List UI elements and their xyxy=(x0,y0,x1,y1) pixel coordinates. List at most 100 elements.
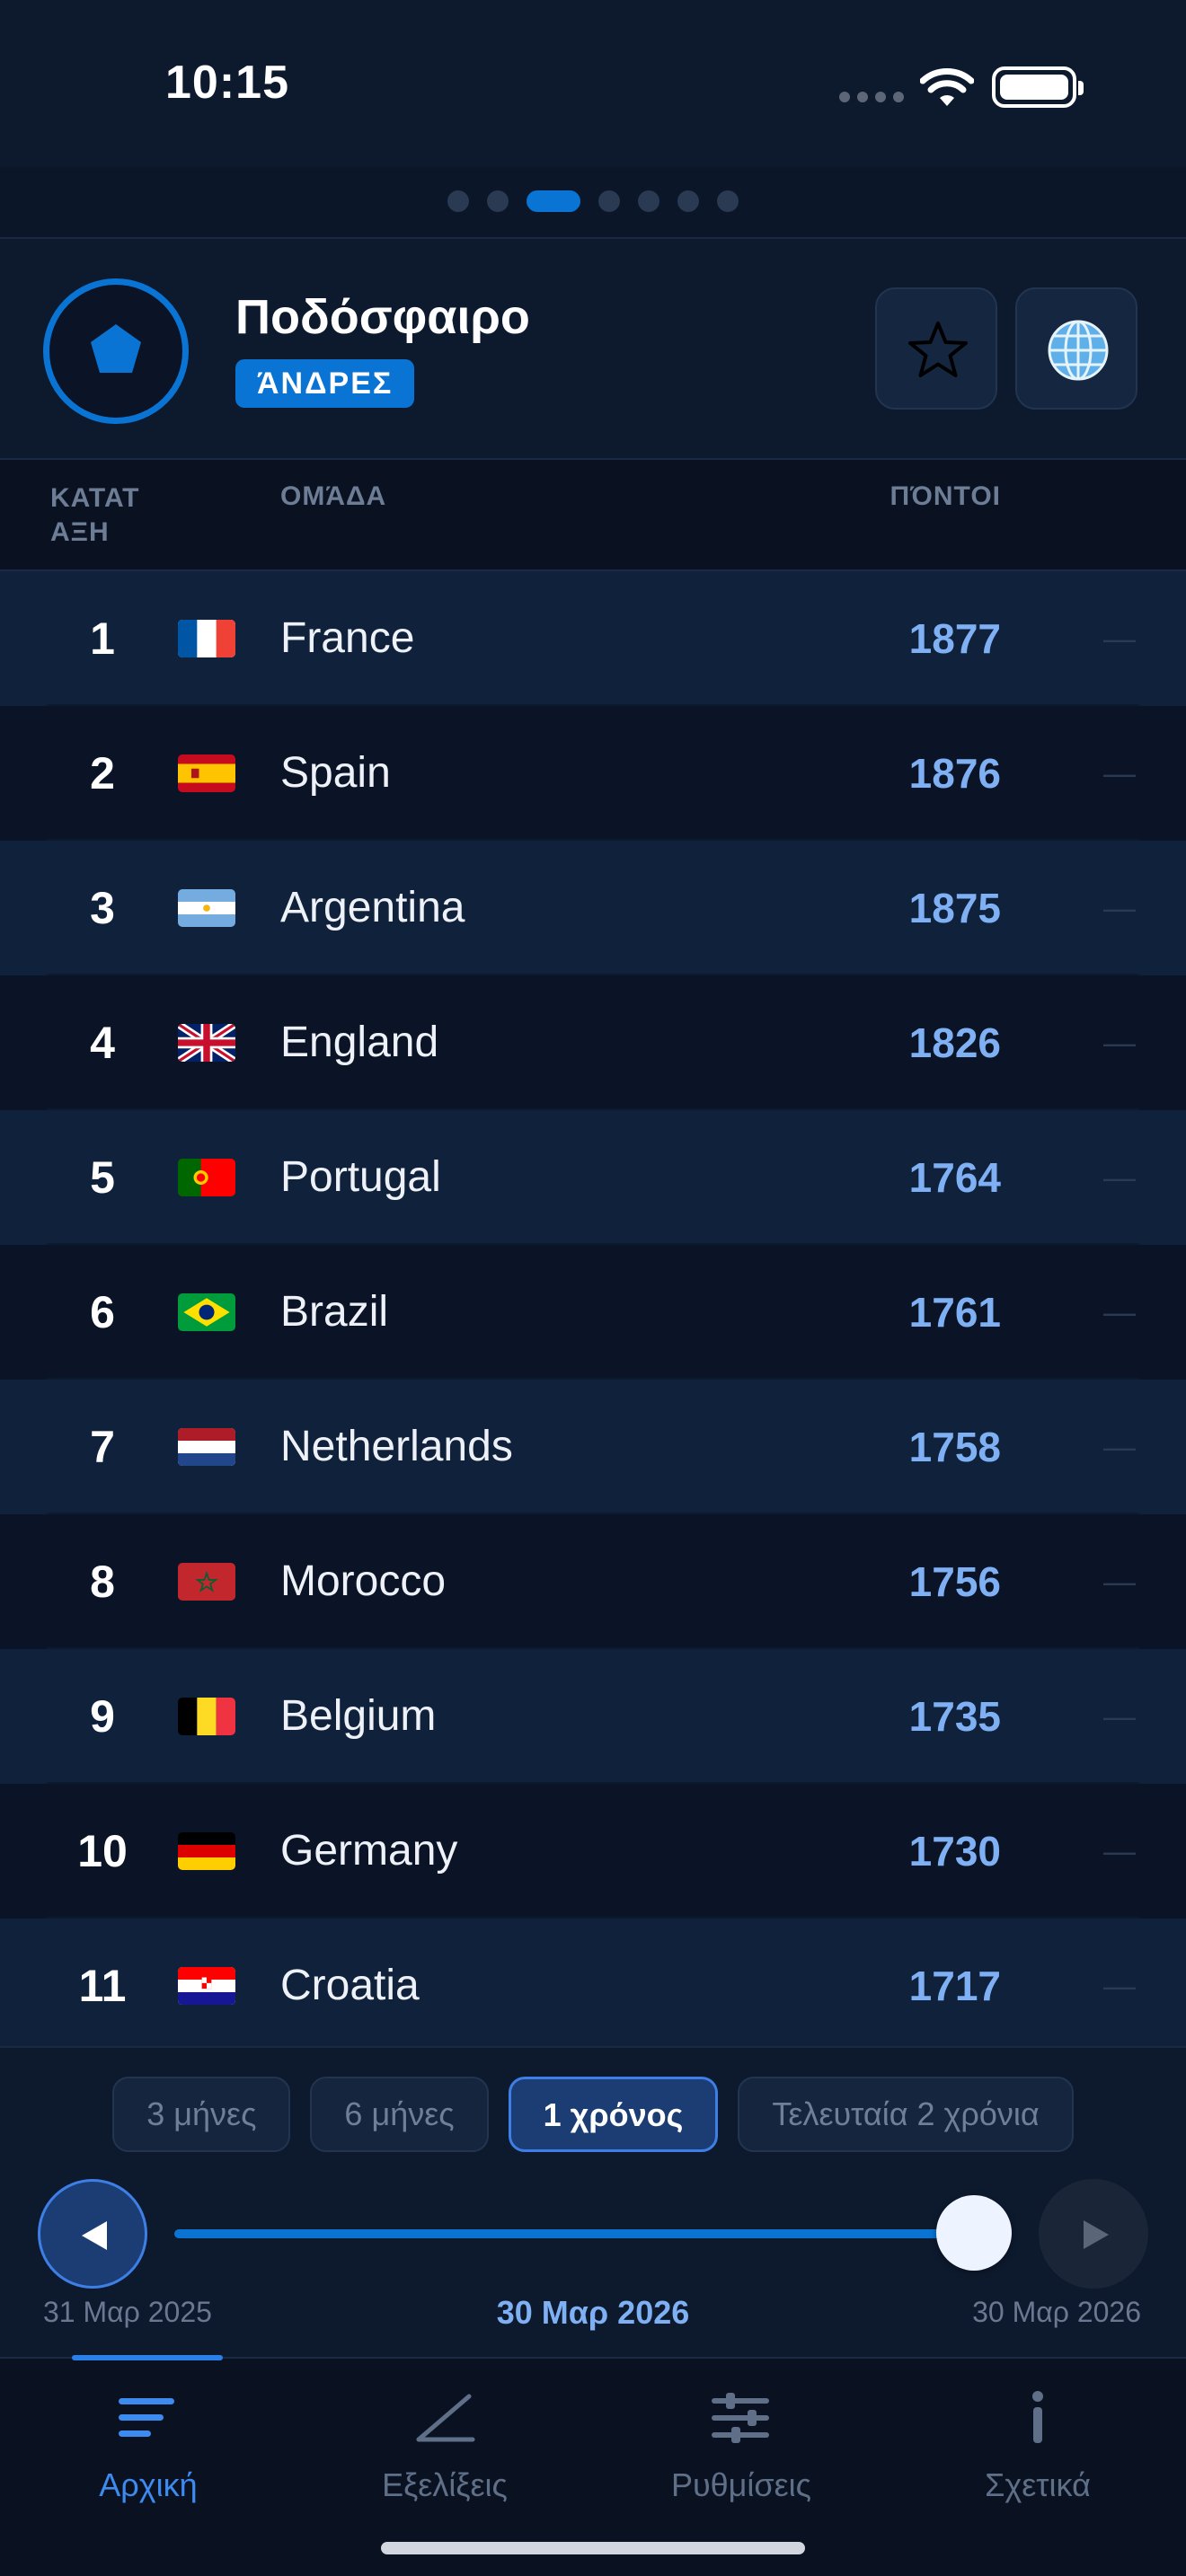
gender-badge[interactable]: ΆΝΔΡΕΣ xyxy=(235,359,415,408)
trend-line-icon xyxy=(416,2394,475,2442)
brazil-flag-icon xyxy=(178,1293,235,1331)
page-dot[interactable] xyxy=(677,190,699,212)
spain-flag-icon xyxy=(178,754,235,792)
team-row[interactable]: 4 England 1826 — xyxy=(0,975,1186,1110)
team-name: Portugal xyxy=(280,1153,441,1201)
play-back-button[interactable] xyxy=(38,2179,147,2289)
page-dot[interactable] xyxy=(487,190,509,212)
team-rank: 8 xyxy=(90,1557,115,1607)
timeline-slider-thumb[interactable] xyxy=(936,2195,1012,2271)
team-trend: — xyxy=(1103,754,1136,791)
team-trend: — xyxy=(1103,889,1136,926)
team-trend: — xyxy=(1103,1698,1136,1734)
team-row[interactable]: 10 Germany 1730 — xyxy=(0,1784,1186,1919)
team-rank: 1 xyxy=(90,613,115,664)
status-bar: 10:15 xyxy=(0,0,1186,167)
tab-settings[interactable]: Ρυθμίσεις xyxy=(593,2391,890,2504)
status-time: 10:15 xyxy=(165,57,289,109)
period-selector: 3 μήνες 6 μήνες 1 χρόνος Τελευταία 2 χρόνια xyxy=(0,2077,1186,2152)
team-rank: 9 xyxy=(90,1691,115,1742)
sliders-icon xyxy=(712,2393,769,2443)
team-name: France xyxy=(280,614,415,662)
team-row[interactable]: 7 Netherlands 1758 — xyxy=(0,1380,1186,1514)
team-trend: — xyxy=(1103,620,1136,657)
period-chip[interactable]: Τελευταία 2 χρόνια xyxy=(738,2077,1074,2152)
team-name: Netherlands xyxy=(280,1423,513,1470)
team-rank: 6 xyxy=(90,1287,115,1337)
team-trend: — xyxy=(1103,1563,1136,1600)
home-indicator[interactable] xyxy=(381,2542,805,2554)
soccer-ball-icon xyxy=(43,278,189,424)
team-name: Spain xyxy=(280,749,391,797)
team-points: 1876 xyxy=(908,750,1001,797)
team-row[interactable]: 6 Brazil 1761 — xyxy=(0,1245,1186,1380)
wifi-icon xyxy=(920,68,974,106)
tab-active-indicator xyxy=(72,2355,223,2360)
team-row[interactable]: 1 France 1877 — xyxy=(0,571,1186,706)
croatia-flag-icon xyxy=(178,1967,235,2005)
star-icon xyxy=(908,322,968,377)
team-rank: 4 xyxy=(90,1018,115,1068)
timeline-slider-fill xyxy=(174,2229,976,2238)
team-name: Brazil xyxy=(280,1288,389,1336)
team-points: 1764 xyxy=(908,1154,1001,1201)
period-chip[interactable]: 6 μήνες xyxy=(310,2077,489,2152)
sport-header: Ποδόσφαιρο ΆΝΔΡΕΣ xyxy=(0,239,1186,460)
sport-title: Ποδόσφαιρο xyxy=(235,290,530,344)
team-points: 1758 xyxy=(908,1424,1001,1470)
column-team: ΟΜΆΔΑ xyxy=(280,481,387,511)
team-name: Morocco xyxy=(280,1557,447,1605)
team-rank: 10 xyxy=(77,1826,128,1876)
period-chip[interactable]: 1 χρόνος xyxy=(508,2077,719,2152)
tab-about[interactable]: Σχετικά xyxy=(890,2391,1186,2504)
tab-settings-label: Ρυθμίσεις xyxy=(670,2466,812,2503)
table-header: ΚΑΤΑΤ ΑΞΗ ΟΜΆΔΑ ΠΌΝΤΟΙ xyxy=(0,460,1186,571)
page-dot[interactable] xyxy=(447,190,469,212)
tab-home[interactable]: Αρχική xyxy=(0,2391,296,2504)
germany-flag-icon xyxy=(178,1832,235,1870)
globe-icon xyxy=(1048,320,1109,381)
page-dot[interactable] xyxy=(598,190,620,212)
team-points: 1735 xyxy=(908,1693,1001,1740)
page-indicator[interactable] xyxy=(0,167,1186,239)
play-forward-button[interactable] xyxy=(1039,2179,1148,2289)
team-row[interactable]: 5 Portugal 1764 — xyxy=(0,1110,1186,1245)
page-dot[interactable] xyxy=(527,190,580,212)
list-lines-icon xyxy=(119,2398,174,2437)
team-row[interactable]: 3 Argentina 1875 — xyxy=(0,841,1186,975)
play-reverse-icon xyxy=(82,2221,107,2250)
belgium-flag-icon xyxy=(178,1698,235,1735)
play-forward-icon xyxy=(1084,2220,1109,2249)
period-chip[interactable]: 3 μήνες xyxy=(112,2077,291,2152)
team-rank: 7 xyxy=(90,1422,115,1472)
team-rank: 3 xyxy=(90,883,115,933)
uk-flag-icon xyxy=(178,1024,235,1062)
team-trend: — xyxy=(1103,1024,1136,1061)
team-row[interactable]: 11 Croatia 1717 — xyxy=(0,1919,1186,2053)
team-rank: 11 xyxy=(78,1961,127,2011)
page-dot[interactable] xyxy=(638,190,659,212)
tab-bar: Αρχική Εξελίξεις Ρυθμίσεις Σχετικά xyxy=(0,2355,1186,2576)
tab-trends[interactable]: Εξελίξεις xyxy=(296,2391,593,2504)
team-points: 1730 xyxy=(908,1828,1001,1875)
team-row[interactable]: 2 Spain 1876 — xyxy=(0,706,1186,841)
portugal-flag-icon xyxy=(178,1159,235,1196)
battery-icon xyxy=(992,66,1084,108)
region-button[interactable] xyxy=(1015,287,1137,410)
info-icon xyxy=(1032,2391,1043,2443)
team-name: Belgium xyxy=(280,1692,437,1740)
team-points: 1875 xyxy=(908,885,1001,931)
team-trend: — xyxy=(1103,1293,1136,1330)
team-trend: — xyxy=(1103,1428,1136,1465)
tab-trends-label: Εξελίξεις xyxy=(382,2466,508,2503)
team-trend: — xyxy=(1103,1159,1136,1195)
team-row[interactable]: 8 Morocco 1756 — xyxy=(0,1514,1186,1649)
page-dot[interactable] xyxy=(717,190,739,212)
timeline-slider[interactable] xyxy=(174,2229,976,2238)
favorite-button[interactable] xyxy=(875,287,997,410)
morocco-flag-icon xyxy=(178,1563,235,1601)
team-row[interactable]: 9 Belgium 1735 — xyxy=(0,1649,1186,1784)
ranking-list[interactable]: 1 France 1877 — 2 Spain 1876 — 3 Argentina 1875 — 4 E… xyxy=(0,571,1186,2053)
team-points: 1877 xyxy=(908,615,1001,662)
team-name: Croatia xyxy=(280,1962,420,2009)
